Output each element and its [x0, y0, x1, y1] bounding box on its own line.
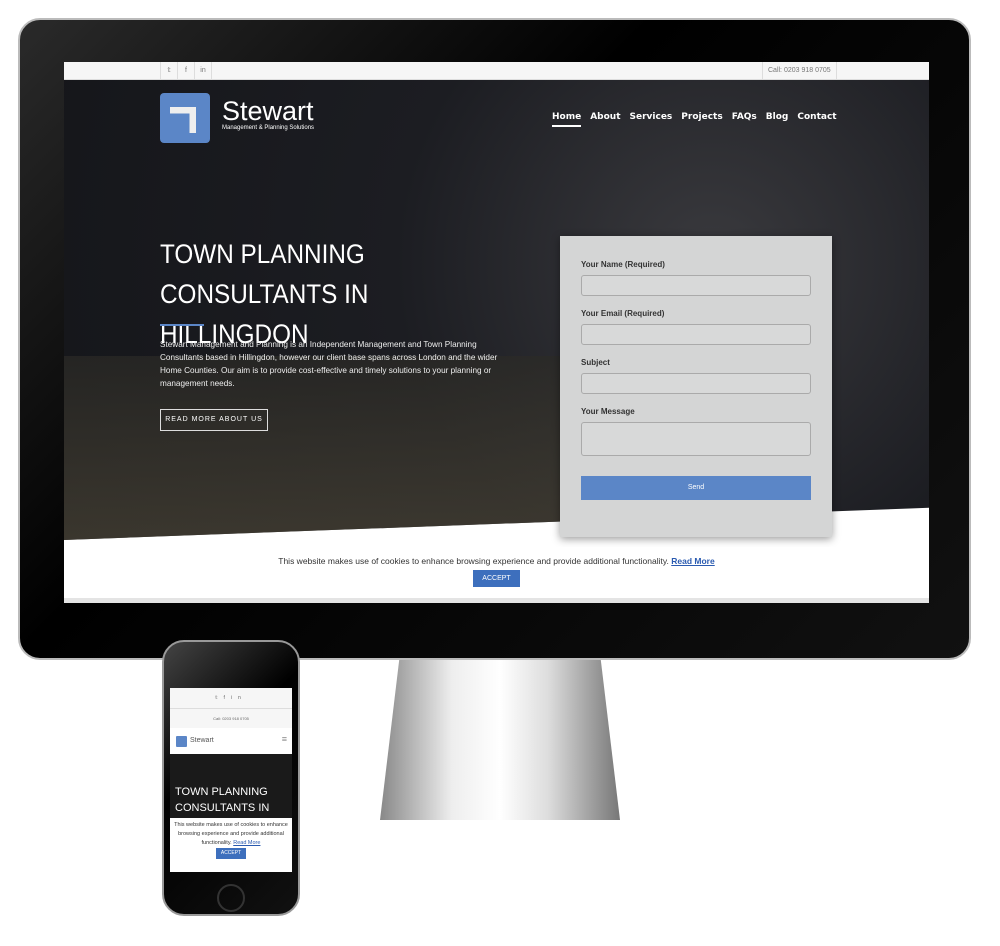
- top-bar: 𝕥 f in Call: 0203 918 0705: [64, 62, 929, 80]
- brand-tagline: Management & Planning Solutions: [222, 125, 315, 131]
- name-field[interactable]: [581, 275, 811, 296]
- nav-faqs[interactable]: FAQs: [732, 112, 757, 127]
- twitter-icon[interactable]: 𝕥: [161, 62, 178, 80]
- hero-text: Stewart Management and Planning is an In…: [160, 340, 498, 388]
- nav-projects[interactable]: Projects: [681, 112, 722, 127]
- mobile-phone[interactable]: Call: 0203 918 0705: [170, 708, 292, 728]
- email-field[interactable]: [581, 324, 811, 345]
- read-more-button[interactable]: READ MORE ABOUT US: [160, 409, 268, 431]
- nav-about[interactable]: About: [590, 112, 620, 127]
- logo-icon[interactable]: [160, 93, 210, 143]
- linkedin-icon[interactable]: in: [195, 62, 212, 80]
- facebook-icon[interactable]: f: [224, 695, 231, 701]
- message-label: Your Message: [581, 407, 635, 416]
- phone-home-button: [217, 884, 245, 912]
- contact-form: Your Name (Required) Your Email (Require…: [560, 236, 832, 537]
- linkedin-icon[interactable]: in: [231, 695, 247, 701]
- facebook-icon[interactable]: f: [178, 62, 195, 80]
- mobile-cookie-banner: This website makes use of cookies to enh…: [170, 818, 292, 872]
- nav-services[interactable]: Services: [630, 112, 673, 127]
- main-nav: Home About Services Projects FAQs Blog C…: [552, 112, 837, 127]
- mobile-hero-title: TOWN PLANNING CONSULTANTS IN: [170, 754, 292, 824]
- bottom-strip: [64, 598, 929, 603]
- phone-number[interactable]: Call: 0203 918 0705: [762, 62, 837, 80]
- desktop-screen: 𝕥 f in Call: 0203 918 0705 Stewart Managem…: [64, 62, 929, 603]
- mobile-accept-button[interactable]: ACCEPT: [215, 848, 247, 859]
- hero-title: TOWN PLANNING CONSULTANTS IN HILLINGDON: [160, 239, 369, 349]
- subject-label: Subject: [581, 358, 610, 367]
- divider: [160, 324, 204, 326]
- mobile-brand[interactable]: Stewart: [190, 737, 214, 744]
- hamburger-menu-icon[interactable]: ≡: [282, 734, 287, 744]
- subject-field[interactable]: [581, 373, 811, 394]
- mobile-screen: 𝕥fin Call: 0203 918 0705 Stewart ≡ TOWN …: [170, 688, 292, 872]
- nav-blog[interactable]: Blog: [766, 112, 789, 127]
- name-label: Your Name (Required): [581, 260, 665, 269]
- send-button[interactable]: Send: [581, 476, 811, 500]
- mobile-cookie-text: This website makes use of cookies to enh…: [174, 822, 288, 846]
- brand-name[interactable]: Stewart: [222, 96, 314, 127]
- mobile-social: 𝕥fin: [170, 688, 292, 708]
- read-more-link[interactable]: Read More: [671, 556, 714, 566]
- logo-icon[interactable]: [176, 736, 187, 747]
- mobile-read-more-link[interactable]: Read More: [233, 840, 260, 846]
- nav-home[interactable]: Home: [552, 112, 582, 127]
- cookie-text: This website makes use of cookies to enh…: [278, 556, 669, 566]
- twitter-icon[interactable]: 𝕥: [215, 695, 223, 701]
- monitor-stand: [380, 660, 620, 820]
- cookie-banner: This website makes use of cookies to enh…: [64, 547, 929, 598]
- nav-contact[interactable]: Contact: [797, 112, 836, 127]
- accept-button[interactable]: ACCEPT: [473, 570, 520, 587]
- email-label: Your Email (Required): [581, 309, 665, 318]
- mobile-header: Stewart ≡: [170, 728, 292, 754]
- message-field[interactable]: [581, 422, 811, 456]
